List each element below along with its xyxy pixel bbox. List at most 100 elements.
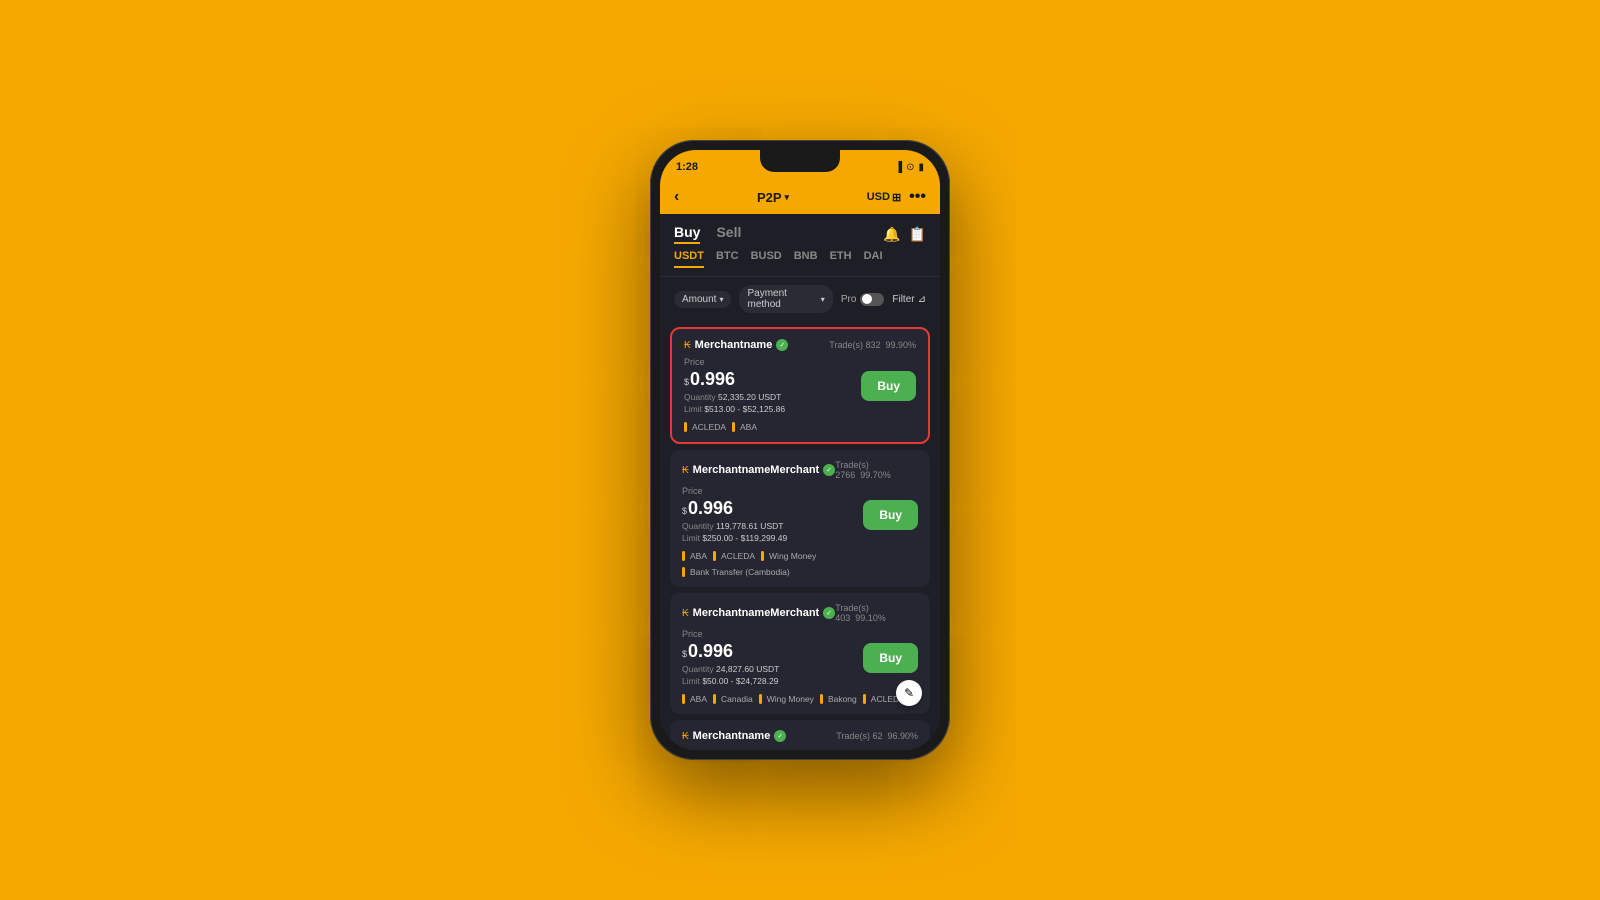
card-2-currency: $ (682, 506, 687, 516)
tag-canadia-3: Canadia (713, 694, 753, 704)
currency-icon: ⊞ (892, 191, 901, 204)
crypto-tab-busd[interactable]: BUSD (751, 250, 782, 268)
card-2-tags: ABA ACLEDA Wing Money Bank Transfer (Cam… (682, 551, 918, 577)
card-1-price-label: Price (684, 357, 861, 367)
card-1-limit: Limit $513.00 - $52,125.86 (684, 404, 861, 414)
card-1-price-value: $ 0.996 (684, 369, 861, 390)
card-3-tags: ABA Canadia Wing Money Bakong ACLEDA (682, 694, 918, 704)
currency-selector[interactable]: USD ⊞ (867, 191, 901, 204)
pro-toggle[interactable]: Pro (841, 293, 885, 306)
crypto-tab-btc[interactable]: BTC (716, 250, 739, 268)
merchant-4-name: Merchantname (693, 730, 771, 742)
tag-aba-3: ABA (682, 694, 707, 704)
buy-button-3[interactable]: Buy (863, 643, 918, 673)
merchant-4-icon: ₭ (682, 731, 689, 742)
merchant-4-info: ₭ Merchantname ✓ (682, 730, 786, 742)
crypto-tab-bnb[interactable]: BNB (794, 250, 818, 268)
listing-card-1: ₭ Merchantname ✓ Trade(s) 832 99.90% Pri… (670, 327, 930, 444)
crypto-tabs: USDT BTC BUSD BNB ETH DAI (660, 250, 940, 277)
merchant-2-verified: ✓ (823, 464, 835, 476)
nav-title: P2P (757, 190, 782, 205)
crypto-tab-eth[interactable]: ETH (830, 250, 852, 268)
battery-icon: ▮ (918, 162, 924, 173)
nav-dropdown-icon: ▾ (785, 192, 790, 203)
listing-card-4-partial: ₭ Merchantname ✓ Trade(s) 62 96.90% (670, 720, 930, 750)
phone-frame: 1:28 ▐ ⊙ ▮ ‹ P2P ▾ USD ⊞ ••• (650, 140, 950, 760)
merchant-1-verified: ✓ (776, 339, 788, 351)
tag-wing-2: Wing Money (761, 551, 816, 561)
merchant-2-stats: Trade(s) 2766 99.70% (835, 460, 918, 480)
card-1-price-left: Price $ 0.996 Quantity 52,335.20 USDT Li… (684, 357, 861, 414)
buy-button-2[interactable]: Buy (863, 500, 918, 530)
status-icons: ▐ ⊙ ▮ (895, 162, 924, 173)
tag-bank-2: Bank Transfer (Cambodia) (682, 567, 790, 577)
card-3-number: 0.996 (688, 641, 733, 662)
card-3-quantity: Quantity 24,827.60 USDT (682, 664, 863, 674)
crypto-tab-usdt[interactable]: USDT (674, 250, 704, 268)
card-3-price-left: Price $ 0.996 Quantity 24,827.60 USDT Li… (682, 629, 863, 686)
card-4-header: ₭ Merchantname ✓ Trade(s) 62 96.90% (682, 730, 918, 742)
merchant-3-name: MerchantnameMerchant (693, 607, 820, 619)
merchant-4-stats: Trade(s) 62 96.90% (836, 731, 918, 741)
merchant-3-stats: Trade(s) 403 99.10% (835, 603, 918, 623)
signal-icon: ▐ (895, 162, 902, 173)
pro-label: Pro (841, 294, 857, 305)
filter-button[interactable]: Filter ⊿ (892, 294, 926, 305)
tag-aba-1: ABA (732, 422, 757, 432)
card-3-price-label: Price (682, 629, 863, 639)
payment-method-filter[interactable]: Payment method ▾ (739, 285, 832, 313)
notification-icon[interactable]: 🔔 (883, 226, 900, 243)
more-options-button[interactable]: ••• (909, 188, 926, 206)
merchant-1-stats: Trade(s) 832 99.90% (829, 340, 916, 350)
card-2-number: 0.996 (688, 498, 733, 519)
amount-filter-label: Amount (682, 294, 716, 305)
currency-label: USD (867, 191, 890, 203)
notch (760, 150, 840, 172)
card-2-price-left: Price $ 0.996 Quantity 119,778.61 USDT L… (682, 486, 863, 543)
back-button[interactable]: ‹ (674, 188, 679, 206)
merchant-2-name: MerchantnameMerchant (693, 464, 820, 476)
status-time: 1:28 (676, 161, 698, 173)
listing-card-2: ₭ MerchantnameMerchant ✓ Trade(s) 2766 9… (670, 450, 930, 587)
crypto-tab-dai[interactable]: DAI (864, 250, 883, 268)
app-body: Buy Sell 🔔 📋 USDT BTC BUSD BNB ETH DAI (660, 214, 940, 750)
top-nav: ‹ P2P ▾ USD ⊞ ••• (660, 182, 940, 214)
merchant-2-icon: ₭ (682, 465, 689, 476)
buy-tab[interactable]: Buy (674, 224, 700, 244)
merchant-2-info: ₭ MerchantnameMerchant ✓ (682, 464, 835, 476)
card-1-number: 0.996 (690, 369, 735, 390)
card-2-header: ₭ MerchantnameMerchant ✓ Trade(s) 2766 9… (682, 460, 918, 480)
card-1-price-section: Price $ 0.996 Quantity 52,335.20 USDT Li… (684, 357, 916, 414)
tag-acleda-1: ACLEDA (684, 422, 726, 432)
merchant-3-info: ₭ MerchantnameMerchant ✓ (682, 607, 835, 619)
history-icon[interactable]: 📋 (909, 226, 926, 243)
card-1-tags: ACLEDA ABA (684, 422, 916, 432)
nav-title-area[interactable]: P2P ▾ (757, 190, 789, 205)
edit-fab-button[interactable]: ✎ (896, 680, 922, 706)
buy-button-1[interactable]: Buy (861, 371, 916, 401)
merchant-3-icon: ₭ (682, 608, 689, 619)
tag-acleda-2: ACLEDA (713, 551, 755, 561)
card-2-price-section: Price $ 0.996 Quantity 119,778.61 USDT L… (682, 486, 918, 543)
payment-filter-arrow: ▾ (821, 295, 825, 304)
amount-filter[interactable]: Amount ▾ (674, 291, 731, 308)
tag-bakong-3: Bakong (820, 694, 857, 704)
merchant-1-name: Merchantname (695, 339, 773, 351)
phone-screen: 1:28 ▐ ⊙ ▮ ‹ P2P ▾ USD ⊞ ••• (660, 150, 940, 750)
payment-method-label: Payment method (747, 288, 817, 310)
card-3-price-section: Price $ 0.996 Quantity 24,827.60 USDT Li… (682, 629, 918, 686)
filter-icon: ⊿ (918, 294, 926, 305)
sell-tab[interactable]: Sell (716, 224, 741, 244)
card-2-limit: Limit $250.00 - $119,299.49 (682, 533, 863, 543)
card-3-limit: Limit $50.00 - $24,728.29 (682, 676, 863, 686)
card-2-price-value: $ 0.996 (682, 498, 863, 519)
merchant-1-icon: ₭ (684, 340, 691, 351)
nav-right-area: USD ⊞ ••• (867, 188, 926, 206)
listings-container: ₭ Merchantname ✓ Trade(s) 832 99.90% Pri… (660, 321, 940, 750)
pro-toggle-switch[interactable] (860, 293, 884, 306)
amount-filter-arrow: ▾ (719, 295, 723, 304)
card-3-currency: $ (682, 649, 687, 659)
merchant-4-verified: ✓ (774, 730, 786, 742)
card-1-currency: $ (684, 377, 689, 387)
card-2-price-label: Price (682, 486, 863, 496)
